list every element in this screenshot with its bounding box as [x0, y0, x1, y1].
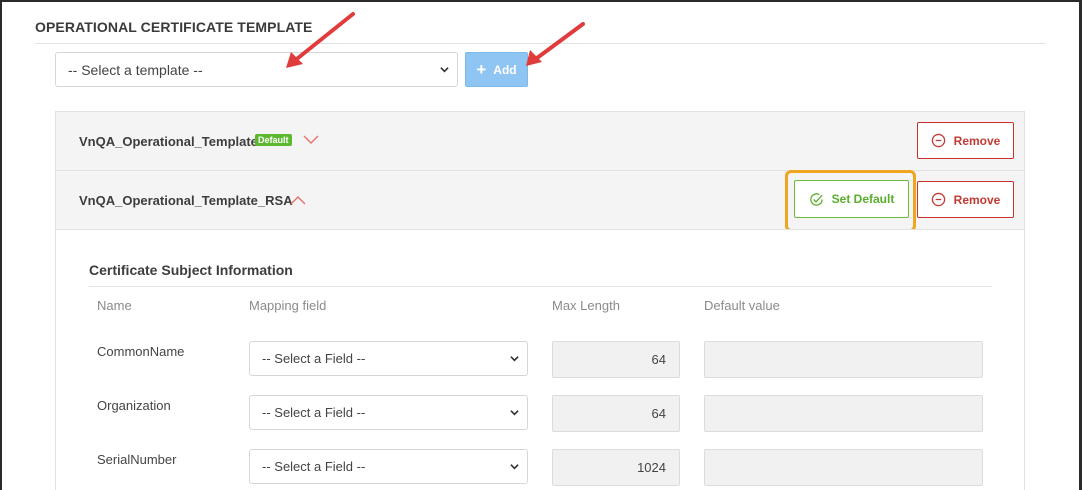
annotation-arrows — [286, 12, 585, 68]
annotation-arrow — [291, 12, 355, 64]
annotation-arrow — [531, 22, 585, 63]
